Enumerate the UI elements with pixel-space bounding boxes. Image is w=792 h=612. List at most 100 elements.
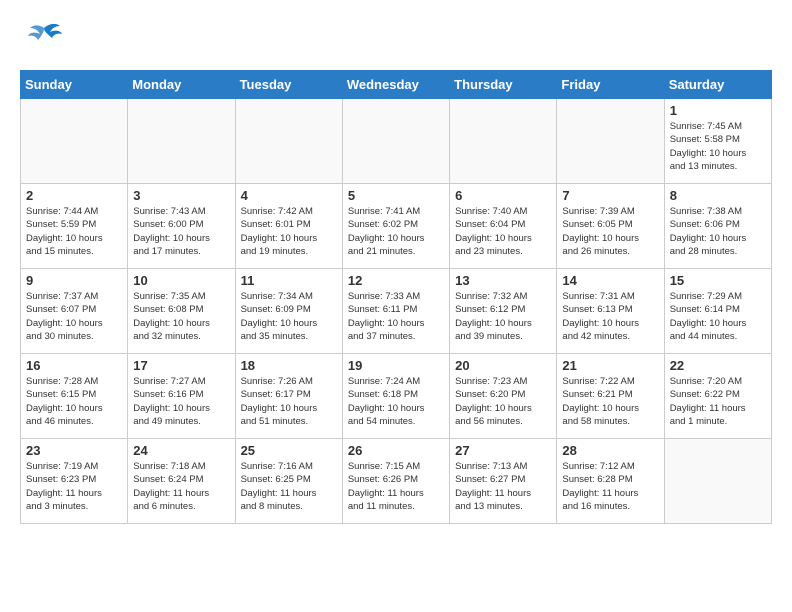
weekday-header-row: SundayMondayTuesdayWednesdayThursdayFrid… bbox=[21, 71, 772, 99]
day-number: 7 bbox=[562, 188, 658, 203]
day-number: 20 bbox=[455, 358, 551, 373]
day-info: Sunrise: 7:37 AM Sunset: 6:07 PM Dayligh… bbox=[26, 290, 122, 343]
day-number: 15 bbox=[670, 273, 766, 288]
day-cell: 19 Sunrise: 7:24 AM Sunset: 6:18 PM Dayli… bbox=[342, 354, 449, 439]
day-cell: 12 Sunrise: 7:33 AM Sunset: 6:11 PM Dayli… bbox=[342, 269, 449, 354]
weekday-header-wednesday: Wednesday bbox=[342, 71, 449, 99]
day-info: Sunrise: 7:43 AM Sunset: 6:00 PM Dayligh… bbox=[133, 205, 229, 258]
day-cell: 13 Sunrise: 7:32 AM Sunset: 6:12 PM Dayli… bbox=[450, 269, 557, 354]
day-info: Sunrise: 7:12 AM Sunset: 6:28 PM Dayligh… bbox=[562, 460, 658, 513]
day-cell: 10 Sunrise: 7:35 AM Sunset: 6:08 PM Dayli… bbox=[128, 269, 235, 354]
week-row-1: 1 Sunrise: 7:45 AM Sunset: 5:58 PM Daylig… bbox=[21, 99, 772, 184]
weekday-header-sunday: Sunday bbox=[21, 71, 128, 99]
day-number: 28 bbox=[562, 443, 658, 458]
day-number: 24 bbox=[133, 443, 229, 458]
day-number: 4 bbox=[241, 188, 337, 203]
day-info: Sunrise: 7:29 AM Sunset: 6:14 PM Dayligh… bbox=[670, 290, 766, 343]
day-info: Sunrise: 7:24 AM Sunset: 6:18 PM Dayligh… bbox=[348, 375, 444, 428]
day-number: 17 bbox=[133, 358, 229, 373]
day-info: Sunrise: 7:41 AM Sunset: 6:02 PM Dayligh… bbox=[348, 205, 444, 258]
week-row-4: 16Sunrise: 7:28 AM Sunset: 6:15 PM Dayli… bbox=[21, 354, 772, 439]
weekday-header-saturday: Saturday bbox=[664, 71, 771, 99]
day-number: 18 bbox=[241, 358, 337, 373]
day-cell bbox=[557, 99, 664, 184]
day-number: 5 bbox=[348, 188, 444, 203]
day-cell bbox=[128, 99, 235, 184]
day-cell: 22 Sunrise: 7:20 AM Sunset: 6:22 PM Dayli… bbox=[664, 354, 771, 439]
calendar-table: SundayMondayTuesdayWednesdayThursdayFrid… bbox=[20, 70, 772, 524]
day-number: 16 bbox=[26, 358, 122, 373]
day-cell: 26 Sunrise: 7:15 AM Sunset: 6:26 PM Dayli… bbox=[342, 439, 449, 524]
day-cell: 7 Sunrise: 7:39 AM Sunset: 6:05 PM Daylig… bbox=[557, 184, 664, 269]
day-info: Sunrise: 7:34 AM Sunset: 6:09 PM Dayligh… bbox=[241, 290, 337, 343]
day-cell: 24 Sunrise: 7:18 AM Sunset: 6:24 PM Dayli… bbox=[128, 439, 235, 524]
day-cell: 15 Sunrise: 7:29 AM Sunset: 6:14 PM Dayli… bbox=[664, 269, 771, 354]
day-cell: 9Sunrise: 7:37 AM Sunset: 6:07 PM Daylig… bbox=[21, 269, 128, 354]
day-info: Sunrise: 7:31 AM Sunset: 6:13 PM Dayligh… bbox=[562, 290, 658, 343]
day-number: 27 bbox=[455, 443, 551, 458]
day-cell: 5 Sunrise: 7:41 AM Sunset: 6:02 PM Daylig… bbox=[342, 184, 449, 269]
day-number: 1 bbox=[670, 103, 766, 118]
day-cell: 27 Sunrise: 7:13 AM Sunset: 6:27 PM Dayli… bbox=[450, 439, 557, 524]
day-info: Sunrise: 7:42 AM Sunset: 6:01 PM Dayligh… bbox=[241, 205, 337, 258]
day-info: Sunrise: 7:18 AM Sunset: 6:24 PM Dayligh… bbox=[133, 460, 229, 513]
day-number: 19 bbox=[348, 358, 444, 373]
day-cell: 14 Sunrise: 7:31 AM Sunset: 6:13 PM Dayli… bbox=[557, 269, 664, 354]
day-cell: 21 Sunrise: 7:22 AM Sunset: 6:21 PM Dayli… bbox=[557, 354, 664, 439]
day-info: Sunrise: 7:13 AM Sunset: 6:27 PM Dayligh… bbox=[455, 460, 551, 513]
day-cell: 6Sunrise: 7:40 AM Sunset: 6:04 PM Daylig… bbox=[450, 184, 557, 269]
day-info: Sunrise: 7:44 AM Sunset: 5:59 PM Dayligh… bbox=[26, 205, 122, 258]
day-info: Sunrise: 7:22 AM Sunset: 6:21 PM Dayligh… bbox=[562, 375, 658, 428]
logo bbox=[20, 20, 72, 60]
day-number: 13 bbox=[455, 273, 551, 288]
day-number: 23 bbox=[26, 443, 122, 458]
page-header bbox=[20, 20, 772, 60]
day-cell: 2Sunrise: 7:44 AM Sunset: 5:59 PM Daylig… bbox=[21, 184, 128, 269]
day-cell: 23 Sunrise: 7:19 AM Sunset: 6:23 PM Dayli… bbox=[21, 439, 128, 524]
week-row-3: 9Sunrise: 7:37 AM Sunset: 6:07 PM Daylig… bbox=[21, 269, 772, 354]
day-cell: 18 Sunrise: 7:26 AM Sunset: 6:17 PM Dayli… bbox=[235, 354, 342, 439]
day-info: Sunrise: 7:15 AM Sunset: 6:26 PM Dayligh… bbox=[348, 460, 444, 513]
day-cell: 1 Sunrise: 7:45 AM Sunset: 5:58 PM Daylig… bbox=[664, 99, 771, 184]
day-number: 14 bbox=[562, 273, 658, 288]
day-info: Sunrise: 7:26 AM Sunset: 6:17 PM Dayligh… bbox=[241, 375, 337, 428]
day-info: Sunrise: 7:19 AM Sunset: 6:23 PM Dayligh… bbox=[26, 460, 122, 513]
weekday-header-monday: Monday bbox=[128, 71, 235, 99]
day-cell bbox=[342, 99, 449, 184]
day-cell bbox=[235, 99, 342, 184]
day-info: Sunrise: 7:33 AM Sunset: 6:11 PM Dayligh… bbox=[348, 290, 444, 343]
day-info: Sunrise: 7:38 AM Sunset: 6:06 PM Dayligh… bbox=[670, 205, 766, 258]
day-info: Sunrise: 7:27 AM Sunset: 6:16 PM Dayligh… bbox=[133, 375, 229, 428]
weekday-header-friday: Friday bbox=[557, 71, 664, 99]
day-cell: 3 Sunrise: 7:43 AM Sunset: 6:00 PM Daylig… bbox=[128, 184, 235, 269]
week-row-2: 2Sunrise: 7:44 AM Sunset: 5:59 PM Daylig… bbox=[21, 184, 772, 269]
day-info: Sunrise: 7:23 AM Sunset: 6:20 PM Dayligh… bbox=[455, 375, 551, 428]
day-cell bbox=[21, 99, 128, 184]
day-number: 12 bbox=[348, 273, 444, 288]
logo-icon bbox=[20, 20, 68, 60]
day-cell bbox=[450, 99, 557, 184]
day-info: Sunrise: 7:45 AM Sunset: 5:58 PM Dayligh… bbox=[670, 120, 766, 173]
weekday-header-tuesday: Tuesday bbox=[235, 71, 342, 99]
day-number: 22 bbox=[670, 358, 766, 373]
day-info: Sunrise: 7:39 AM Sunset: 6:05 PM Dayligh… bbox=[562, 205, 658, 258]
day-info: Sunrise: 7:35 AM Sunset: 6:08 PM Dayligh… bbox=[133, 290, 229, 343]
day-info: Sunrise: 7:20 AM Sunset: 6:22 PM Dayligh… bbox=[670, 375, 766, 428]
day-number: 3 bbox=[133, 188, 229, 203]
day-number: 21 bbox=[562, 358, 658, 373]
day-cell: 11 Sunrise: 7:34 AM Sunset: 6:09 PM Dayli… bbox=[235, 269, 342, 354]
day-cell: 20 Sunrise: 7:23 AM Sunset: 6:20 PM Dayli… bbox=[450, 354, 557, 439]
week-row-5: 23 Sunrise: 7:19 AM Sunset: 6:23 PM Dayli… bbox=[21, 439, 772, 524]
day-number: 6 bbox=[455, 188, 551, 203]
day-number: 10 bbox=[133, 273, 229, 288]
day-number: 25 bbox=[241, 443, 337, 458]
day-number: 11 bbox=[241, 273, 337, 288]
day-cell: 25 Sunrise: 7:16 AM Sunset: 6:25 PM Dayli… bbox=[235, 439, 342, 524]
day-info: Sunrise: 7:32 AM Sunset: 6:12 PM Dayligh… bbox=[455, 290, 551, 343]
day-number: 26 bbox=[348, 443, 444, 458]
day-number: 8 bbox=[670, 188, 766, 203]
weekday-header-thursday: Thursday bbox=[450, 71, 557, 99]
day-cell: 8 Sunrise: 7:38 AM Sunset: 6:06 PM Daylig… bbox=[664, 184, 771, 269]
day-info: Sunrise: 7:16 AM Sunset: 6:25 PM Dayligh… bbox=[241, 460, 337, 513]
day-cell: 16Sunrise: 7:28 AM Sunset: 6:15 PM Dayli… bbox=[21, 354, 128, 439]
